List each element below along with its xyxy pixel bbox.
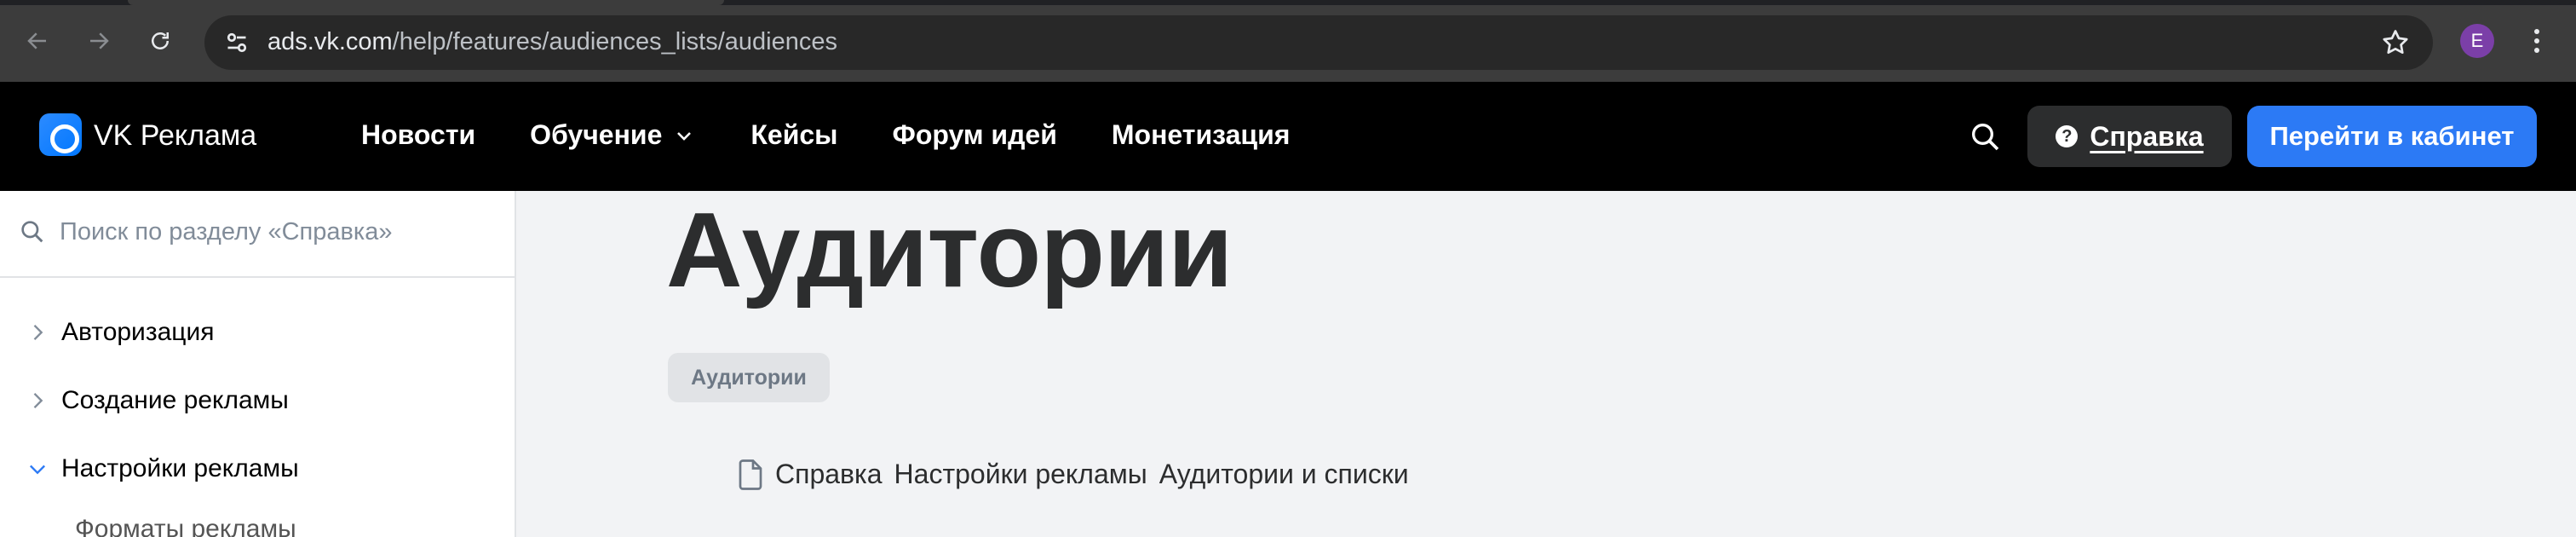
breadcrumb-ad-settings[interactable]: Настройки рекламы: [894, 459, 1147, 490]
tag-chip[interactable]: Аудитории: [668, 353, 830, 402]
nav-monetization[interactable]: Монетизация: [1112, 119, 1291, 151]
page-title: Аудитории: [666, 192, 1233, 309]
breadcrumb-audiences-lists[interactable]: Аудитории и списки: [1159, 459, 1409, 490]
nav-news[interactable]: Новости: [361, 119, 475, 151]
help-button[interactable]: ? Справка: [2027, 106, 2232, 167]
sidebar-item-ad-settings[interactable]: Настройки рекламы: [0, 443, 515, 494]
browser-toolbar: ads.vk.com/help/features/audiences_lists…: [0, 0, 2576, 82]
browser-menu-icon[interactable]: [2527, 24, 2547, 58]
breadcrumb: Справка Настройки рекламы Аудитории и сп…: [738, 459, 1421, 490]
sidebar-item-label: Создание рекламы: [61, 386, 289, 414]
nav-learning-label: Обучение: [530, 119, 663, 150]
main-nav: Новости Обучение Кейсы Форум идей Монети…: [361, 119, 1290, 151]
forward-icon[interactable]: [80, 22, 118, 60]
chevron-right-icon: [33, 325, 43, 340]
sidebar-search-input[interactable]: [60, 213, 503, 251]
active-tab-edge: [128, 0, 724, 5]
sidebar-item-ad-creation[interactable]: Создание рекламы: [0, 375, 515, 426]
sidebar: Авторизация Создание рекламы Настройки р…: [0, 191, 516, 537]
url-host: ads.vk.com: [267, 28, 393, 55]
sidebar-item-label: Авторизация: [61, 318, 215, 346]
url-path: /help/features/audiences_lists/audiences: [392, 28, 838, 55]
question-icon: ?: [2056, 125, 2079, 147]
breadcrumb-help[interactable]: Справка: [775, 459, 883, 490]
back-icon[interactable]: [19, 22, 56, 60]
url-text[interactable]: ads.vk.com/help/features/audiences_lists…: [267, 28, 837, 56]
chevron-right-icon: [33, 393, 43, 408]
vk-ads-logo-icon[interactable]: [39, 113, 82, 156]
sidebar-search: [0, 191, 515, 278]
help-button-label: Справка: [2090, 120, 2204, 152]
search-icon: [21, 221, 43, 243]
nav-cases[interactable]: Кейсы: [750, 119, 837, 151]
chevron-down-icon: [677, 131, 692, 141]
document-icon: [739, 459, 762, 490]
address-bar[interactable]: ads.vk.com/help/features/audiences_lists…: [204, 15, 2433, 70]
reload-icon[interactable]: [141, 22, 179, 60]
nav-ideas-forum[interactable]: Форум идей: [893, 119, 1057, 151]
sidebar-item-label: Настройки рекламы: [61, 454, 299, 482]
go-to-cabinet-button[interactable]: Перейти в кабинет: [2247, 106, 2537, 167]
brand-name[interactable]: VK Реклама: [94, 119, 256, 153]
sidebar-subitem-ad-formats[interactable]: Форматы рекламы: [75, 515, 296, 537]
tab-strip: [0, 0, 2576, 5]
profile-avatar[interactable]: E: [2460, 24, 2494, 58]
site-header: VK Реклама Новости Обучение Кейсы Форум …: [0, 82, 2576, 191]
site-settings-icon[interactable]: [221, 27, 252, 58]
nav-learning[interactable]: Обучение: [530, 119, 694, 151]
sidebar-item-authorization[interactable]: Авторизация: [0, 307, 515, 358]
chevron-down-icon: [30, 465, 45, 475]
bookmark-star-icon[interactable]: [2380, 27, 2411, 58]
search-icon[interactable]: [1968, 119, 2002, 153]
